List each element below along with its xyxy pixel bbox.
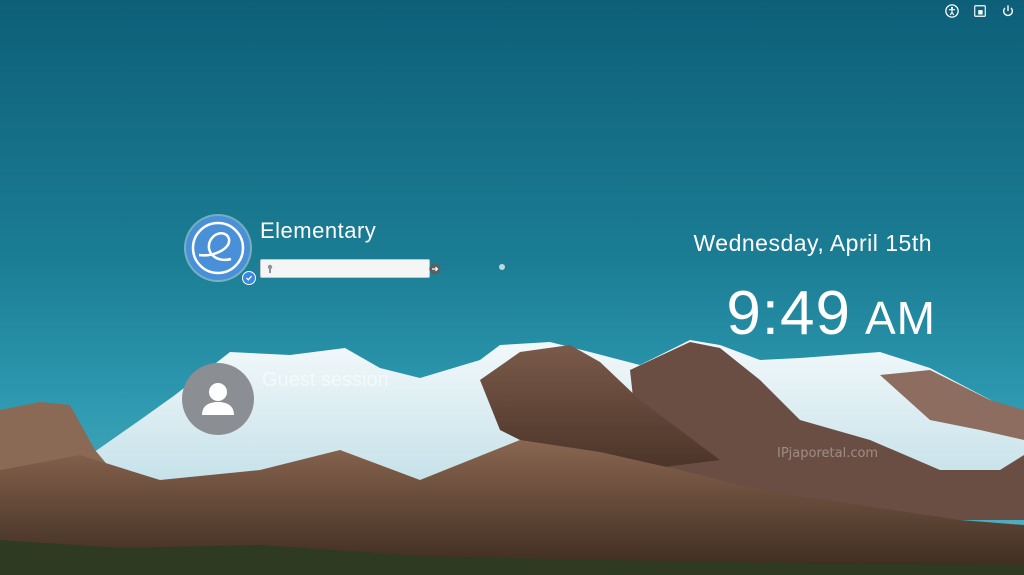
watermark: IPjaporetal.com	[777, 446, 879, 461]
key-icon	[266, 262, 274, 276]
guest-session-label: Guest session	[262, 369, 389, 391]
password-field[interactable]	[260, 259, 441, 278]
clock: 9:49 AM	[726, 278, 936, 349]
user-login-card: Elementary	[186, 216, 446, 286]
guest-session-card[interactable]: Guest session	[182, 363, 442, 435]
password-input[interactable]	[276, 261, 429, 276]
user-name: Elementary	[260, 218, 377, 243]
submit-arrow-icon[interactable]	[429, 262, 441, 275]
person-icon[interactable]	[182, 363, 254, 435]
time-label: 9:49	[726, 279, 851, 348]
power-icon[interactable]	[1000, 3, 1016, 19]
ampm-label: AM	[865, 292, 936, 344]
date-label: Wednesday, April 15th	[693, 230, 932, 256]
elementary-logo-icon[interactable]	[186, 216, 250, 280]
accessibility-icon[interactable]	[944, 3, 960, 19]
keyboard-layout-icon[interactable]	[972, 3, 988, 19]
logged-in-badge-icon	[242, 271, 256, 285]
system-tray	[944, 3, 1016, 19]
